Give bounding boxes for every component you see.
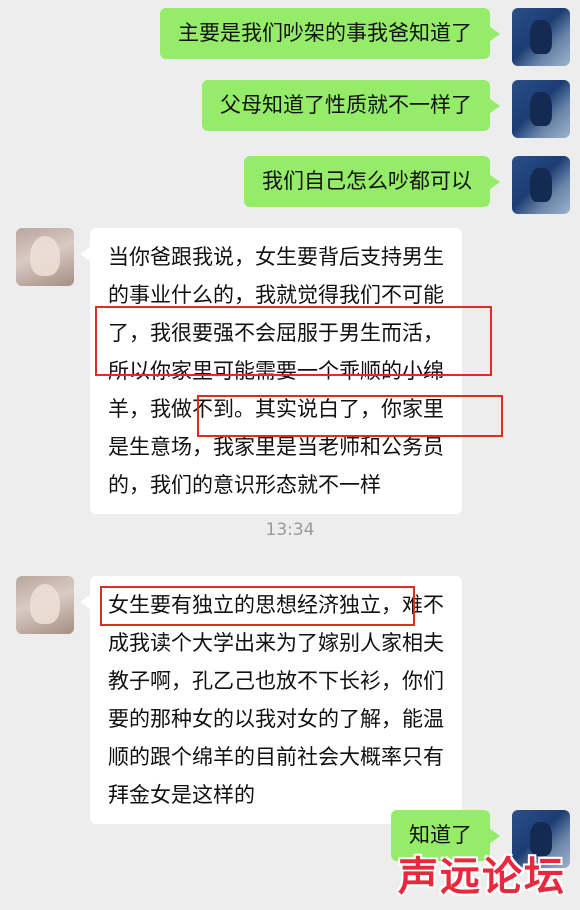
message-line: 羊，我做不到。其实说白了，你家里 xyxy=(108,397,444,421)
message-bubble[interactable]: 女生要有独立的思想经济独立，难不 成我读个大学出来为了嫁别人家相夫 教子啊，孔乙… xyxy=(80,576,462,824)
avatar[interactable] xyxy=(512,8,570,66)
watermark-logo: 声远论坛 xyxy=(398,853,566,900)
message-bubble[interactable]: 我们自己怎么吵都可以 xyxy=(244,156,500,207)
avatar[interactable] xyxy=(16,576,74,634)
message-text: 主要是我们吵架的事我爸知道了 xyxy=(178,21,472,45)
message-bubble[interactable]: 父母知道了性质就不一样了 xyxy=(202,80,500,131)
avatar[interactable] xyxy=(512,156,570,214)
message-line: 成我读个大学出来为了嫁别人家相夫 xyxy=(108,631,444,655)
message-text: 父母知道了性质就不一样了 xyxy=(220,93,472,117)
message-line: 的事业什么的，我就觉得我们不可能 xyxy=(108,283,444,307)
message-bubble[interactable]: 主要是我们吵架的事我爸知道了 xyxy=(160,8,500,59)
message-line: 的，我们的意识形态就不一样 xyxy=(108,473,381,497)
message-line: 要的那种女的以我对女的了解，能温 xyxy=(108,707,444,731)
message-bubble[interactable]: 当你爸跟我说，女生要背后支持男生 的事业什么的，我就觉得我们不可能 了，我很要强… xyxy=(80,228,462,514)
message-line: 女生要有独立的思想经济独立，难不 xyxy=(108,593,444,617)
message-line: 所以你家里可能需要一个乖顺的小绵 xyxy=(108,359,444,383)
message-line: 是生意场，我家里是当老师和公务员 xyxy=(108,435,444,459)
message-line: 拜金女是这样的 xyxy=(108,783,255,807)
message-line: 了，我很要强不会屈服于男生而活， xyxy=(108,321,444,345)
message-line: 当你爸跟我说，女生要背后支持男生 xyxy=(108,245,444,269)
avatar[interactable] xyxy=(512,80,570,138)
timestamp: 13:34 xyxy=(265,520,315,540)
message-line: 教子啊，孔乙己也放不下长衫，你们 xyxy=(108,669,444,693)
message-line: 顺的跟个绵羊的目前社会大概率只有 xyxy=(108,745,444,769)
message-text: 我们自己怎么吵都可以 xyxy=(262,169,472,193)
avatar[interactable] xyxy=(16,228,74,286)
